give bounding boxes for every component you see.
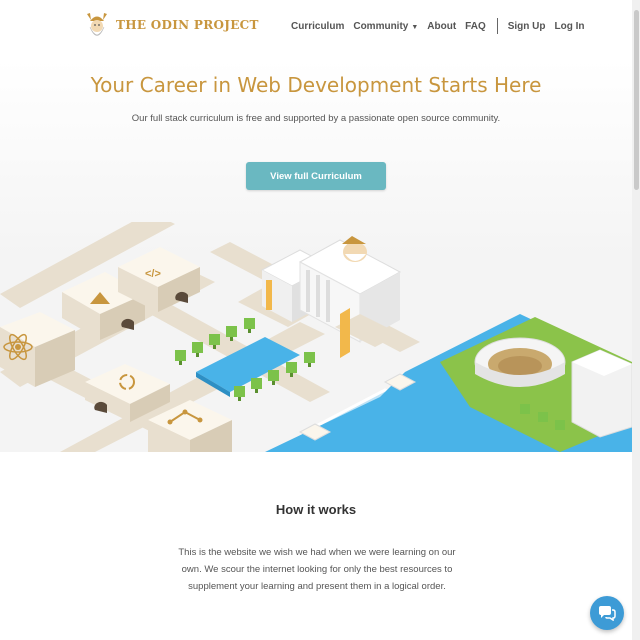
svg-text:</>: </> — [145, 268, 161, 280]
vertical-scrollbar[interactable] — [632, 0, 640, 640]
nav-sign-up-link[interactable]: Sign Up — [508, 21, 546, 32]
nav-log-in-link[interactable]: Log In — [555, 21, 585, 32]
nav-about-link[interactable]: About — [427, 21, 456, 32]
main-nav: Curriculum Community ▼ About FAQ Sign Up … — [291, 18, 594, 34]
logo-text: THE ODIN PROJECT — [116, 18, 259, 32]
hero-illustration: </> — [0, 222, 632, 452]
how-it-works-body: This is the website we wish we had when … — [178, 547, 456, 592]
nav-curriculum-link[interactable]: Curriculum — [291, 21, 344, 32]
chat-button[interactable] — [590, 596, 624, 630]
building-right — [571, 349, 632, 438]
nav-faq-link[interactable]: FAQ — [465, 21, 486, 32]
nav-divider — [496, 18, 498, 34]
scrollbar-thumb[interactable] — [634, 10, 639, 190]
how-it-works-title: How it works — [275, 502, 357, 517]
viking-logo-icon — [87, 13, 107, 36]
chat-bubble-icon — [599, 606, 616, 621]
page: THE ODIN PROJECT Curriculum Community ▼ A… — [0, 0, 632, 640]
hero-title: Your Career in Web Development Starts He… — [90, 73, 542, 97]
chevron-down-icon: ▼ — [411, 23, 419, 31]
nav-community-label: Community — [353, 20, 409, 32]
colosseum — [474, 337, 566, 387]
brand-logo[interactable]: THE ODIN PROJECT — [84, 8, 259, 42]
nav-community-dropdown[interactable]: Community ▼ — [353, 21, 418, 32]
hero-subtitle: Our full stack curriculum is free and su… — [131, 113, 501, 124]
view-curriculum-button[interactable]: View full Curriculum — [246, 162, 386, 190]
